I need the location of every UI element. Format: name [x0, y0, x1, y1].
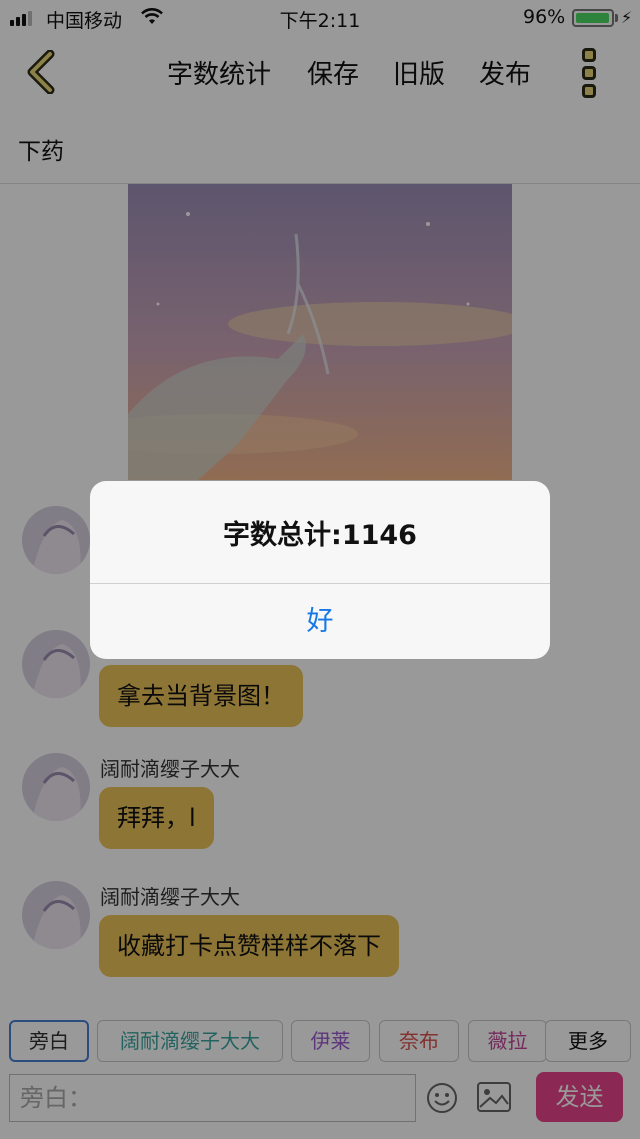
word-count-alert: 字数总计:1146 好 [90, 481, 550, 659]
alert-message: 字数总计:1146 [223, 520, 417, 551]
alert-ok-button[interactable]: 好 [90, 584, 550, 659]
